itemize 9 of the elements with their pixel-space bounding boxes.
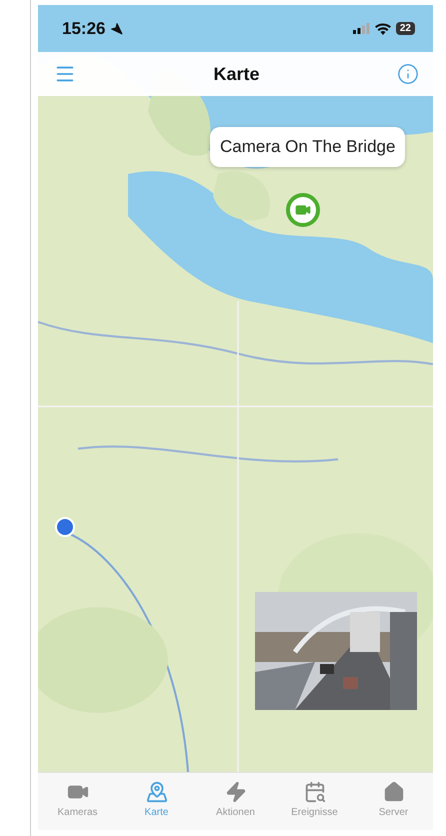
- tab-item[interactable]: Aktionen: [196, 773, 275, 830]
- tab-item[interactable]: Server: [354, 773, 433, 830]
- calendar-search-icon: [304, 781, 326, 803]
- tab-item[interactable]: Kameras: [38, 773, 117, 830]
- lightning-icon: [224, 781, 246, 803]
- tab-item[interactable]: Karte: [117, 773, 196, 830]
- house-icon: [382, 781, 404, 803]
- tab-item[interactable]: Ereignisse: [275, 773, 354, 830]
- map-pin-icon: [146, 781, 168, 803]
